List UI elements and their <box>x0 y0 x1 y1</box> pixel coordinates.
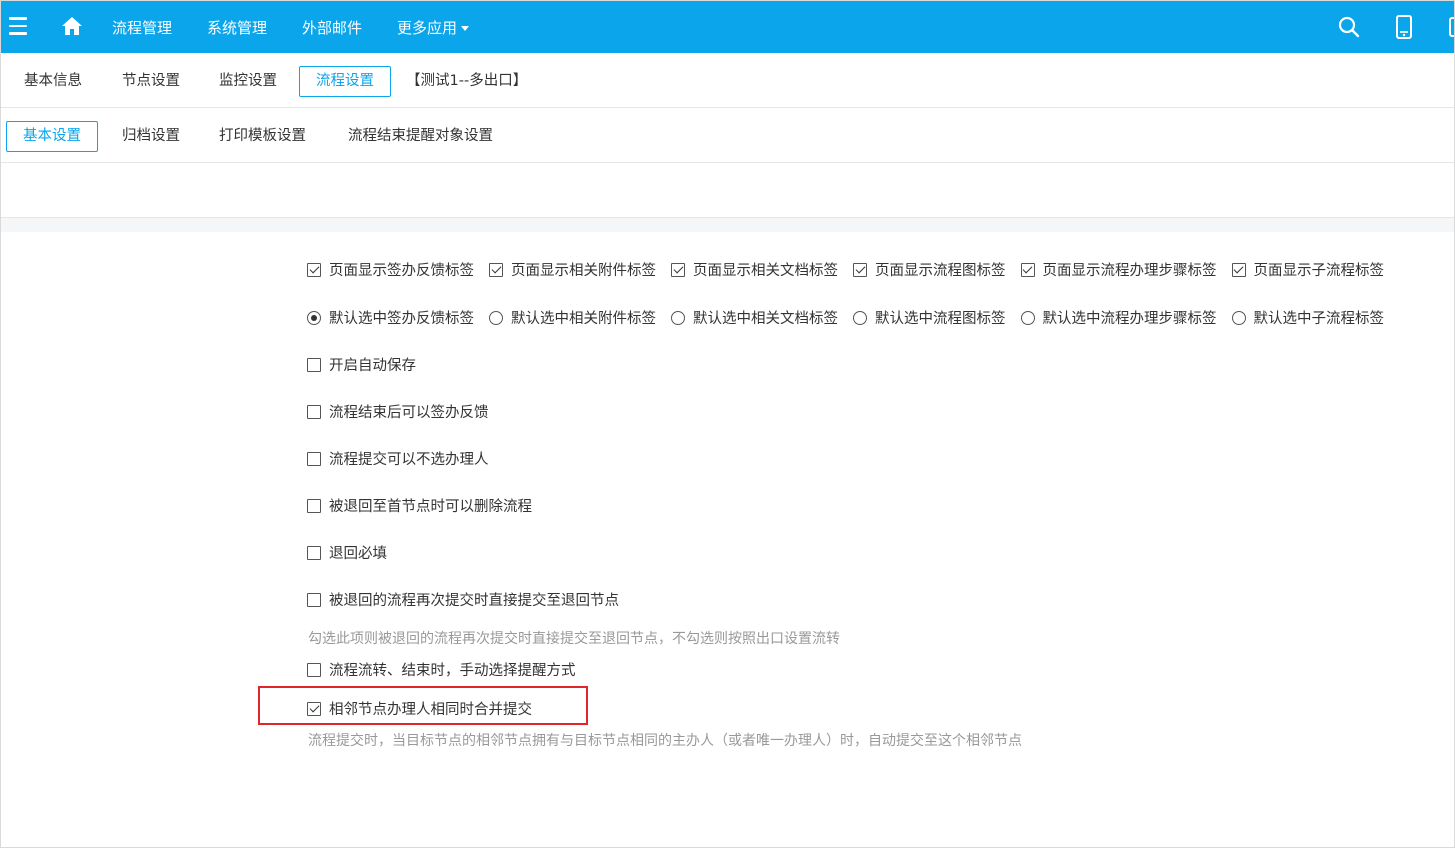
option-label: 页面显示流程办理步骤标签 <box>1042 263 1217 279</box>
radio-default-feedback[interactable]: 默认选中签办反馈标签 <box>307 307 474 328</box>
checkbox-unchecked[interactable] <box>307 662 321 677</box>
option-merge-adjacent-same-handler[interactable]: 相邻节点办理人相同时合并提交 <box>307 698 532 719</box>
option-label: 默认选中流程图标签 <box>875 311 1006 327</box>
main-tabs: 基本信息 节点设置 监控设置 流程设置 【测试1--多出口】 <box>1 53 1454 108</box>
radio-default-steps[interactable]: 默认选中流程办理步骤标签 <box>1020 307 1217 328</box>
option-row-no-handler: 流程提交可以不选办理人 <box>307 448 504 470</box>
option-label: 流程提交可以不选办理人 <box>329 452 489 468</box>
option-show-attachment-tab[interactable]: 页面显示相关附件标签 <box>489 259 656 280</box>
option-label: 默认选中流程办理步骤标签 <box>1042 311 1217 327</box>
toolbar-blank <box>1 163 1454 218</box>
caret-down-icon <box>461 26 470 31</box>
checkbox-unchecked[interactable] <box>307 498 321 513</box>
sub-tabs: 基本设置 归档设置 打印模板设置 流程结束提醒对象设置 <box>1 108 1454 163</box>
search-icon[interactable] <box>1338 16 1360 38</box>
radio-default-attachment[interactable]: 默认选中相关附件标签 <box>489 307 656 328</box>
tab-print-template-settings[interactable]: 打印模板设置 <box>202 121 323 152</box>
option-label: 页面显示相关附件标签 <box>511 263 656 279</box>
nav-more-apps-label: 更多应用 <box>397 19 458 37</box>
option-show-subflow-tab[interactable]: 页面显示子流程标签 <box>1231 259 1385 280</box>
checkbox-checked[interactable] <box>307 701 321 716</box>
app-frame: 流程管理 系统管理 外部邮件 更多应用 基本信息 节点设置 监控设置 流程设置 … <box>0 0 1455 848</box>
top-navbar: 流程管理 系统管理 外部邮件 更多应用 <box>1 1 1454 53</box>
radio-default-subflow[interactable]: 默认选中子流程标签 <box>1231 307 1385 328</box>
option-submit-without-handler[interactable]: 流程提交可以不选办理人 <box>307 448 489 469</box>
option-row-return-required: 退回必填 <box>307 542 402 564</box>
checkbox-checked[interactable] <box>307 262 321 277</box>
option-return-required[interactable]: 退回必填 <box>307 542 387 563</box>
nav-more-apps[interactable]: 更多应用 <box>397 17 470 38</box>
hint-return-node: 勾选此项则被退回的流程再次提交时直接提交至退回节点，不勾选则按照出口设置流转 <box>308 631 840 647</box>
checkbox-checked[interactable] <box>489 262 503 277</box>
option-label: 相邻节点办理人相同时合并提交 <box>329 702 532 718</box>
hint-merge-submit: 流程提交时，当目标节点的相邻节点拥有与目标节点相同的主办人（或者唯一办理人）时，… <box>308 733 1022 749</box>
option-label: 页面显示签办反馈标签 <box>329 263 474 279</box>
option-label: 流程结束后可以签办反馈 <box>329 405 489 421</box>
home-icon[interactable] <box>61 16 83 36</box>
nav-external-mail[interactable]: 外部邮件 <box>302 17 362 38</box>
option-show-steps-tab[interactable]: 页面显示流程办理步骤标签 <box>1020 259 1217 280</box>
settings-panel: 页面显示签办反馈标签 页面显示相关附件标签 页面显示相关文档标签 页面显示流程图标签 页… <box>5 232 1454 847</box>
option-row-manual-remind: 流程流转、结束时，手动选择提醒方式 <box>307 659 591 681</box>
tab-monitor-settings[interactable]: 监控设置 <box>202 66 294 97</box>
option-row-delete-on-return: 被退回至首节点时可以删除流程 <box>307 495 547 517</box>
option-auto-save[interactable]: 开启自动保存 <box>307 354 416 375</box>
display-tabs-row: 页面显示签办反馈标签 页面显示相关附件标签 页面显示相关文档标签 页面显示流程图标签 页… <box>307 259 1384 281</box>
option-row-merge-submit: 相邻节点办理人相同时合并提交 <box>307 698 547 720</box>
option-label: 默认选中相关附件标签 <box>511 311 656 327</box>
cropped-icon <box>1449 17 1454 37</box>
radio-unselected[interactable] <box>489 310 503 325</box>
option-label: 页面显示子流程标签 <box>1253 263 1385 279</box>
radio-selected[interactable] <box>307 310 321 325</box>
option-label: 页面显示相关文档标签 <box>693 263 838 279</box>
checkbox-unchecked[interactable] <box>307 404 321 419</box>
content-gap <box>1 218 1454 232</box>
option-label: 退回必填 <box>329 546 387 562</box>
option-show-flowchart-tab[interactable]: 页面显示流程图标签 <box>853 259 1006 280</box>
checkbox-unchecked[interactable] <box>307 592 321 607</box>
flow-name-label: 【测试1--多出口】 <box>406 73 528 89</box>
default-tab-row: 默认选中签办反馈标签 默认选中相关附件标签 默认选中相关文档标签 默认选中流程图标签 默… <box>307 307 1384 329</box>
tab-archive-settings[interactable]: 归档设置 <box>105 121 197 152</box>
option-row-feedback-after-end: 流程结束后可以签办反馈 <box>307 401 504 423</box>
checkbox-checked[interactable] <box>671 262 685 277</box>
hamburger-menu-icon[interactable] <box>9 17 27 35</box>
checkbox-unchecked[interactable] <box>307 357 321 372</box>
radio-unselected[interactable] <box>1020 310 1035 325</box>
radio-unselected[interactable] <box>853 310 867 325</box>
option-label: 流程流转、结束时，手动选择提醒方式 <box>329 663 576 679</box>
nav-system-management[interactable]: 系统管理 <box>207 17 267 38</box>
checkbox-checked[interactable] <box>853 262 867 277</box>
checkbox-checked[interactable] <box>1020 262 1035 277</box>
option-show-document-tab[interactable]: 页面显示相关文档标签 <box>671 259 838 280</box>
option-show-feedback-tab[interactable]: 页面显示签办反馈标签 <box>307 259 474 280</box>
option-label: 被退回至首节点时可以删除流程 <box>329 499 532 515</box>
option-label: 默认选中相关文档标签 <box>693 311 838 327</box>
option-manual-remind-method[interactable]: 流程流转、结束时，手动选择提醒方式 <box>307 659 576 680</box>
checkbox-checked[interactable] <box>1231 262 1246 277</box>
option-label: 默认选中签办反馈标签 <box>329 311 474 327</box>
radio-unselected[interactable] <box>1231 310 1246 325</box>
option-label: 页面显示流程图标签 <box>875 263 1006 279</box>
tab-end-reminder-settings[interactable]: 流程结束提醒对象设置 <box>331 121 510 152</box>
option-row-autosave: 开启自动保存 <box>307 354 431 376</box>
nav-process-management[interactable]: 流程管理 <box>112 17 172 38</box>
option-label: 被退回的流程再次提交时直接提交至退回节点 <box>329 593 619 609</box>
tab-process-settings[interactable]: 流程设置 <box>299 66 391 97</box>
option-feedback-after-end[interactable]: 流程结束后可以签办反馈 <box>307 401 489 422</box>
mobile-phone-icon[interactable] <box>1395 15 1413 39</box>
option-delete-when-returned-to-first[interactable]: 被退回至首节点时可以删除流程 <box>307 495 532 516</box>
checkbox-unchecked[interactable] <box>307 545 321 560</box>
option-label: 默认选中子流程标签 <box>1253 311 1385 327</box>
radio-default-document[interactable]: 默认选中相关文档标签 <box>671 307 838 328</box>
radio-default-flowchart[interactable]: 默认选中流程图标签 <box>853 307 1006 328</box>
tab-basic-info[interactable]: 基本信息 <box>7 66 99 97</box>
radio-unselected[interactable] <box>671 310 685 325</box>
tab-node-settings[interactable]: 节点设置 <box>105 66 197 97</box>
option-label: 开启自动保存 <box>329 358 416 374</box>
tab-basic-settings[interactable]: 基本设置 <box>6 121 98 152</box>
checkbox-unchecked[interactable] <box>307 451 321 466</box>
option-row-submit-to-return-node: 被退回的流程再次提交时直接提交至退回节点 <box>307 589 634 611</box>
option-submit-directly-to-return-node[interactable]: 被退回的流程再次提交时直接提交至退回节点 <box>307 589 619 610</box>
